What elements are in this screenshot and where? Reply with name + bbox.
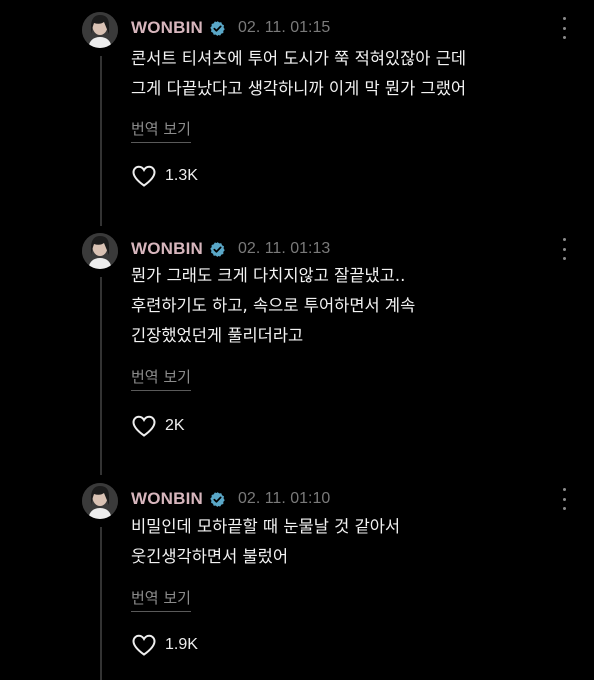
username[interactable]: WONBIN bbox=[131, 489, 203, 509]
username[interactable]: WONBIN bbox=[131, 18, 203, 38]
post-text-line: 비밀인데 모하끝할 때 눈물날 것 같아서 bbox=[131, 517, 401, 536]
post-text-line: 긴장했었던게 풀리더라고 bbox=[131, 326, 304, 345]
avatar[interactable] bbox=[82, 483, 118, 519]
translate-link[interactable]: 번역 보기 bbox=[131, 118, 191, 143]
avatar[interactable] bbox=[82, 233, 118, 269]
timestamp: 02. 11. 01:13 bbox=[238, 240, 331, 257]
verified-badge-icon bbox=[209, 241, 226, 258]
thread-connector bbox=[100, 527, 102, 680]
heart-icon bbox=[132, 165, 156, 187]
translate-link[interactable]: 번역 보기 bbox=[131, 587, 191, 612]
post-header: WONBIN 02. 11. 01:10 bbox=[131, 486, 330, 512]
like-count: 1.3K bbox=[165, 167, 198, 184]
post-text-line: 후련하기도 하고, 속으로 투어하면서 계속 bbox=[131, 296, 416, 315]
post-text-line: 웃긴생각하면서 불렀어 bbox=[131, 547, 289, 566]
verified-badge-icon bbox=[209, 20, 226, 37]
avatar[interactable] bbox=[82, 12, 118, 48]
more-vertical-icon[interactable] bbox=[557, 488, 571, 510]
post-text: 비밀인데 모하끝할 때 눈물날 것 같아서 웃긴생각하면서 불렀어 bbox=[131, 512, 400, 572]
post-text: 콘서트 티셔츠에 투어 도시가 쭉 적혀있잖아 근데 그게 다끝났다고 생각하니… bbox=[131, 44, 466, 104]
thread-connector bbox=[100, 277, 102, 475]
post-text-line: 콘서트 티셔츠에 투어 도시가 쭉 적혀있잖아 근데 bbox=[131, 49, 467, 68]
like-button[interactable]: 2K bbox=[131, 413, 185, 439]
more-vertical-icon[interactable] bbox=[557, 17, 571, 39]
heart-icon bbox=[132, 415, 156, 437]
post-text: 뭔가 그래도 크게 다치지않고 잘끝냈고.. 후련하기도 하고, 속으로 투어하… bbox=[131, 261, 415, 351]
translate-link[interactable]: 번역 보기 bbox=[131, 366, 191, 391]
post-text-line: 뭔가 그래도 크게 다치지않고 잘끝냈고.. bbox=[131, 266, 406, 285]
like-button[interactable]: 1.3K bbox=[131, 163, 198, 189]
like-count: 2K bbox=[165, 417, 185, 434]
like-button[interactable]: 1.9K bbox=[131, 632, 198, 658]
verified-badge-icon bbox=[209, 491, 226, 508]
post-header: WONBIN 02. 11. 01:15 bbox=[131, 15, 330, 41]
post-header: WONBIN 02. 11. 01:13 bbox=[131, 236, 330, 262]
more-vertical-icon[interactable] bbox=[557, 238, 571, 260]
timestamp: 02. 11. 01:10 bbox=[238, 490, 331, 507]
like-count: 1.9K bbox=[165, 636, 198, 653]
username[interactable]: WONBIN bbox=[131, 239, 203, 259]
timestamp: 02. 11. 01:15 bbox=[238, 19, 331, 36]
heart-icon bbox=[132, 634, 156, 656]
thread-connector bbox=[100, 56, 102, 226]
post-text-line: 그게 다끝났다고 생각하니까 이게 막 뭔가 그랬어 bbox=[131, 79, 467, 98]
